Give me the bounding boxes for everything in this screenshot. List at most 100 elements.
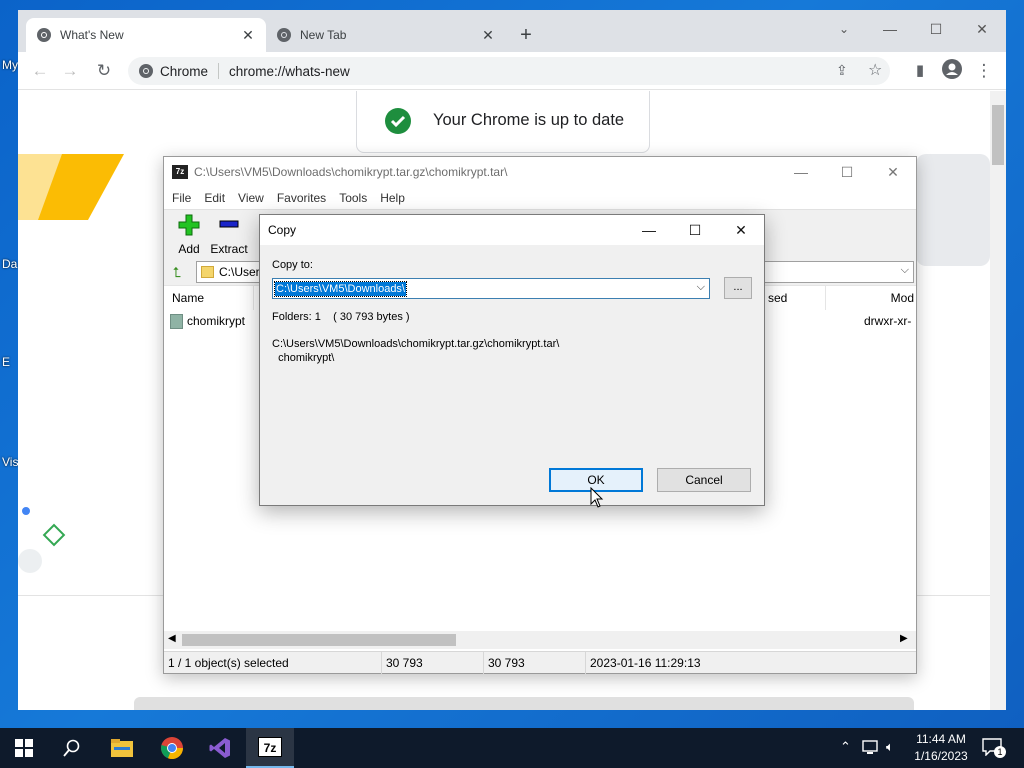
column-header-mode[interactable]: Mod	[826, 286, 916, 310]
chevron-down-icon[interactable]: ⌵	[901, 264, 909, 277]
7zip-icon: 7z	[258, 737, 282, 757]
scroll-left-icon[interactable]: ◀	[168, 633, 176, 644]
menu-help[interactable]: Help	[380, 191, 405, 205]
checkmark-icon	[385, 107, 411, 134]
source-path-line: C:\Users\VM5\Downloads\chomikrypt.tar.gz…	[272, 338, 560, 350]
column-header-name[interactable]: Name	[164, 286, 254, 310]
status-bar: 1 / 1 object(s) selected 30 793 30 793 2…	[164, 651, 916, 674]
menu-view[interactable]: View	[238, 191, 264, 205]
copy-to-label: Copy to:	[272, 259, 313, 271]
profile-icon	[942, 59, 962, 79]
desktop-icon-label[interactable]: Da	[2, 257, 17, 271]
status-modified: 2023-01-16 11:29:13	[590, 656, 701, 670]
copy-dialog: Copy — ☐ ✕ Copy to: C:\Users\VM5\Downloa…	[259, 214, 765, 506]
menu-favorites[interactable]: Favorites	[277, 191, 326, 205]
page-scrollbar-thumb[interactable]	[992, 105, 1004, 165]
browser-toolbar: ← → ↻ Chrome chrome://whats-new ⇪ ☆ ▮ ⋮	[18, 52, 1006, 90]
cancel-button[interactable]: Cancel	[657, 468, 751, 492]
reload-button[interactable]: ↻	[92, 59, 116, 83]
chrome-favicon-icon	[37, 28, 51, 42]
scroll-right-icon[interactable]: ▶	[900, 633, 908, 644]
destination-value[interactable]: C:\Users\VM5\Downloads\	[274, 280, 407, 297]
site-chip: Chrome	[160, 63, 209, 79]
horizontal-scrollbar-thumb[interactable]	[182, 634, 456, 646]
profile-avatar[interactable]	[940, 59, 964, 83]
chrome-icon	[161, 737, 184, 760]
show-hidden-icons-icon[interactable]: ⌃	[840, 739, 851, 755]
extract-button[interactable]: Extract	[204, 214, 254, 256]
decorative-diamond	[42, 523, 66, 547]
maximize-button[interactable]: ☐	[672, 219, 718, 241]
menu-tools[interactable]: Tools	[339, 191, 367, 205]
desktop-icon-label[interactable]: E	[2, 355, 10, 369]
taskbar-visual-studio[interactable]	[196, 728, 244, 768]
status-selection: 1 / 1 object(s) selected	[164, 652, 382, 674]
forward-button[interactable]: →	[58, 59, 82, 83]
share-icon[interactable]: ⇪	[836, 62, 848, 79]
tab-new-tab[interactable]: New Tab ✕	[266, 18, 506, 52]
folders-info: Folders: 1 ( 30 793 bytes )	[272, 311, 410, 323]
source-path: C:\Users\VM5\Downloads\chomikrypt.tar.gz…	[272, 337, 752, 365]
update-status-text: Your Chrome is up to date	[433, 111, 625, 129]
dialog-title: Copy	[268, 223, 297, 237]
search-button[interactable]	[48, 728, 96, 768]
taskbar-file-explorer[interactable]	[98, 728, 146, 768]
minimize-button[interactable]: —	[626, 219, 672, 241]
network-icon[interactable]	[862, 740, 880, 756]
menu-file[interactable]: File	[172, 191, 191, 205]
notification-badge: 1	[994, 746, 1006, 758]
minimize-button[interactable]: —	[778, 161, 824, 183]
notification-center-button[interactable]: 1	[982, 738, 1006, 758]
7zip-app-icon: 7z	[172, 165, 188, 179]
tab-whats-new[interactable]: What's New ✕	[26, 18, 266, 52]
add-icon	[178, 214, 200, 236]
tab-search-icon[interactable]: ⌄	[822, 16, 866, 42]
clock-time: 11:44 AM	[916, 732, 966, 746]
bookmark-star-icon[interactable]: ☆	[868, 60, 882, 80]
table-row[interactable]: chomikrypt	[170, 312, 245, 330]
start-button[interactable]	[0, 728, 48, 768]
decorative-bar	[134, 697, 914, 710]
menu-edit[interactable]: Edit	[204, 191, 225, 205]
new-tab-button[interactable]: +	[514, 24, 538, 48]
visual-studio-icon	[209, 738, 230, 758]
desktop-icon-label[interactable]: My	[2, 58, 18, 72]
close-window-button[interactable]: ✕	[960, 16, 1004, 42]
status-size: 30 793	[382, 652, 484, 674]
file-mode: drwxr-xr-	[864, 314, 912, 328]
minimize-button[interactable]: —	[868, 16, 912, 42]
side-panel-icon[interactable]: ▮	[908, 59, 932, 83]
extract-label: Extract	[210, 242, 248, 256]
taskbar-chrome[interactable]	[148, 728, 196, 768]
folder-icon	[170, 313, 183, 329]
address-bar[interactable]: Chrome chrome://whats-new ⇪ ☆	[128, 57, 890, 85]
menu-kebab-icon[interactable]: ⋮	[972, 59, 996, 83]
desktop-icon-label[interactable]: Vis	[2, 455, 18, 469]
column-header-partial[interactable]: sed	[760, 286, 826, 310]
tab-strip: What's New ✕ New Tab ✕ + ⌄ — ☐ ✕	[18, 10, 1006, 52]
close-tab-icon[interactable]: ✕	[480, 27, 496, 43]
close-dialog-button[interactable]: ✕	[718, 219, 764, 241]
taskbar-7zip[interactable]: 7z	[246, 728, 294, 768]
maximize-button[interactable]: ☐	[824, 161, 870, 183]
volume-icon[interactable]: 🔈︎	[886, 739, 894, 755]
maximize-button[interactable]: ☐	[914, 16, 958, 42]
browse-button[interactable]: ...	[724, 277, 752, 299]
chevron-down-icon[interactable]: ⌵	[697, 281, 705, 294]
close-window-button[interactable]: ✕	[870, 161, 916, 183]
close-tab-icon[interactable]: ✕	[240, 27, 256, 43]
back-button[interactable]: ←	[28, 59, 52, 83]
destination-combobox[interactable]: C:\Users\VM5\Downloads\ ⌵	[272, 278, 710, 299]
update-status-card: Your Chrome is up to date	[356, 91, 650, 153]
folder-icon	[201, 266, 214, 278]
window-title: C:\Users\VM5\Downloads\chomikrypt.tar.gz…	[194, 165, 508, 179]
source-path-line: chomikrypt\	[272, 352, 335, 364]
chrome-logo-icon	[139, 64, 153, 78]
chrome-favicon-icon	[277, 28, 291, 42]
dialog-titlebar: Copy — ☐ ✕	[260, 215, 764, 245]
extract-icon	[219, 220, 239, 228]
file-name: chomikrypt	[187, 314, 246, 328]
page-scrollbar[interactable]	[990, 91, 1006, 710]
system-clock[interactable]: 11:44 AM 1/16/2023	[906, 731, 976, 765]
up-folder-icon[interactable]: ⮤	[168, 263, 186, 281]
